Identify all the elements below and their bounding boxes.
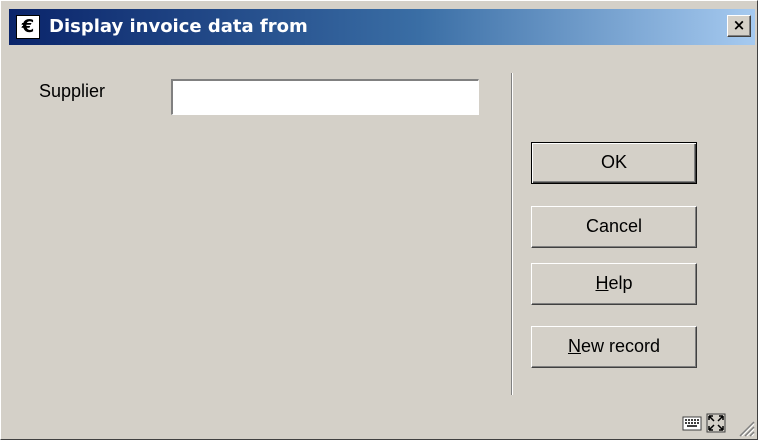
new-record-mnemonic: N [567,336,581,356]
cancel-button-label: Cancel [585,216,643,236]
help-button-label: elp [608,273,633,293]
euro-icon: € [16,15,40,39]
window-title: Display invoice data from [49,16,308,37]
keyboard-icon[interactable] [681,412,703,434]
new-record-button-label: ew record [580,336,661,356]
maximize-icon[interactable] [705,412,727,434]
help-button[interactable]: Help [531,263,697,305]
ok-button-label: OK [600,152,627,172]
new-record-button[interactable]: New record [531,326,697,368]
supplier-input[interactable] [171,79,479,115]
help-mnemonic: H [595,273,609,293]
close-button[interactable]: × [727,15,751,37]
status-icons [681,411,727,435]
supplier-label: Supplier [39,81,106,101]
dialog-window: € Display invoice data from × Supplier O… [0,0,758,440]
vertical-divider [511,73,513,395]
resize-grip-icon[interactable] [737,419,755,437]
close-icon: × [732,16,746,34]
title-bar[interactable]: € Display invoice data from × [9,9,755,45]
cancel-button[interactable]: Cancel [531,206,697,248]
ok-button[interactable]: OK [531,142,697,184]
